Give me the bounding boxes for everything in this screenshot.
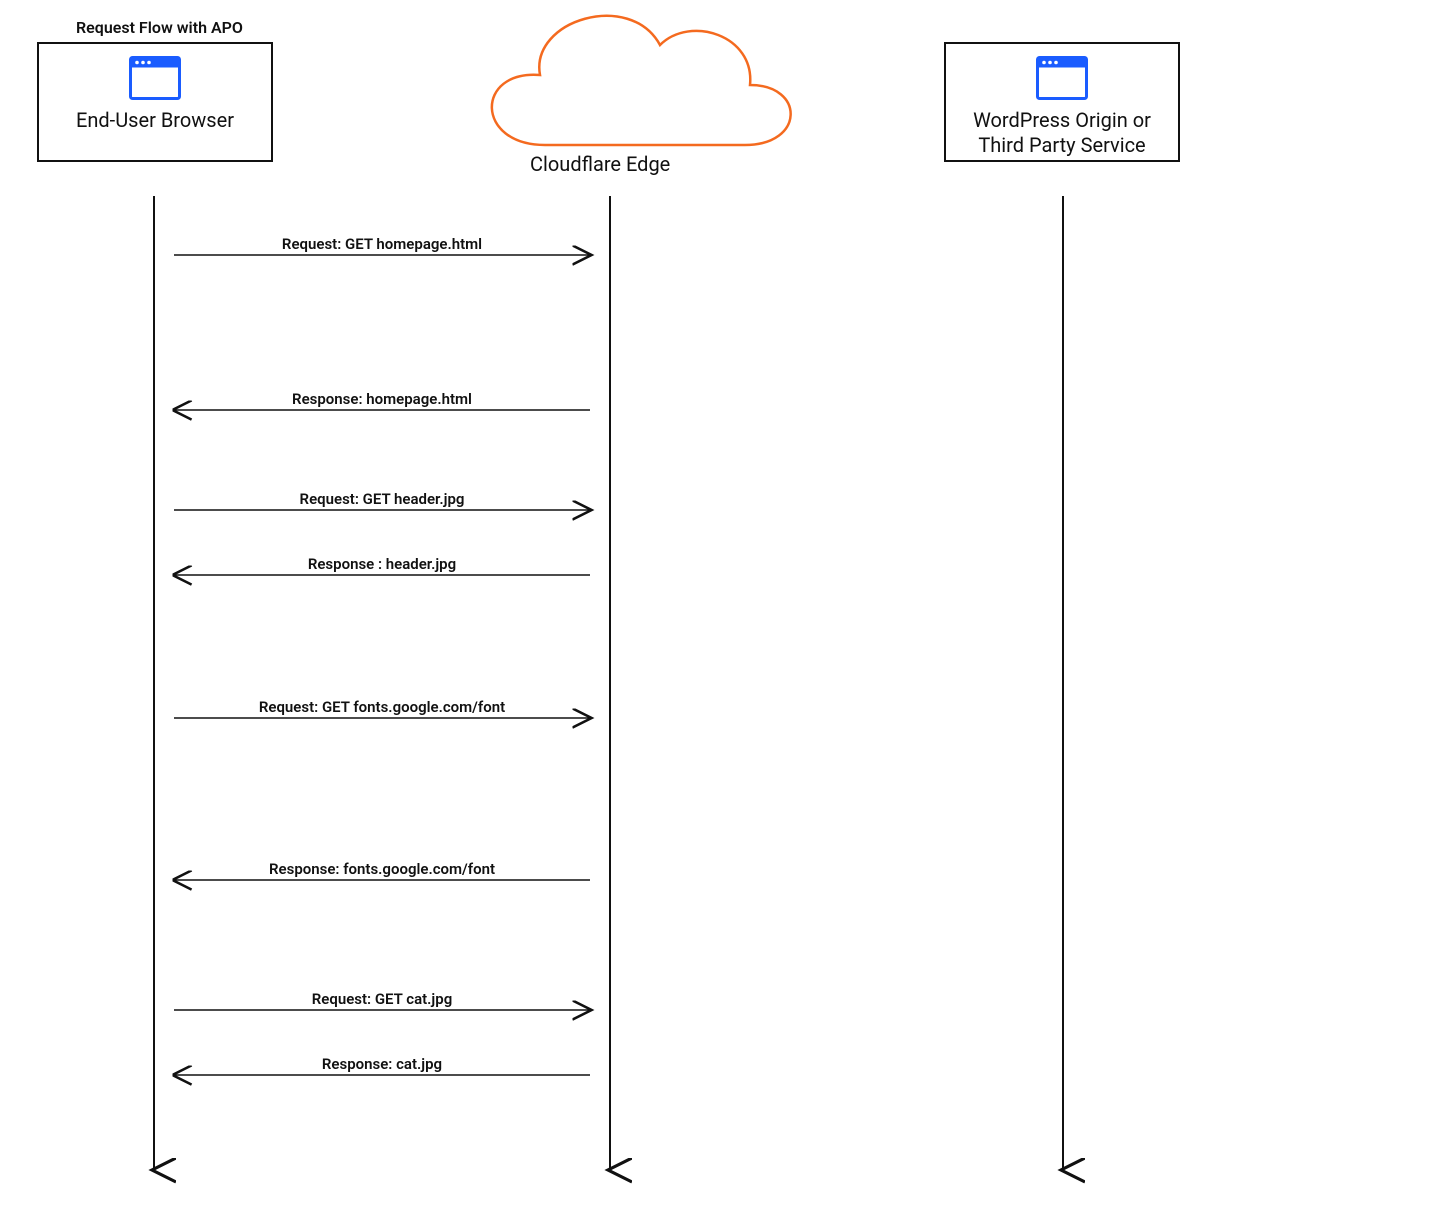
message-label: Response : header.jpg bbox=[174, 555, 590, 573]
message-label: Response: homepage.html bbox=[174, 390, 590, 408]
message-label: Request: GET homepage.html bbox=[174, 235, 590, 253]
message-label: Response: fonts.google.com/font bbox=[174, 860, 590, 878]
message-arrows bbox=[174, 255, 590, 1075]
diagram-svg-layer bbox=[0, 0, 1454, 1214]
cloud-icon bbox=[492, 16, 791, 145]
diagram-canvas: Request Flow with APO End-User Browser W… bbox=[0, 0, 1454, 1214]
message-label: Request: GET cat.jpg bbox=[174, 990, 590, 1008]
message-label: Request: GET fonts.google.com/font bbox=[174, 698, 590, 716]
message-label: Response: cat.jpg bbox=[174, 1055, 590, 1073]
message-label: Request: GET header.jpg bbox=[174, 490, 590, 508]
